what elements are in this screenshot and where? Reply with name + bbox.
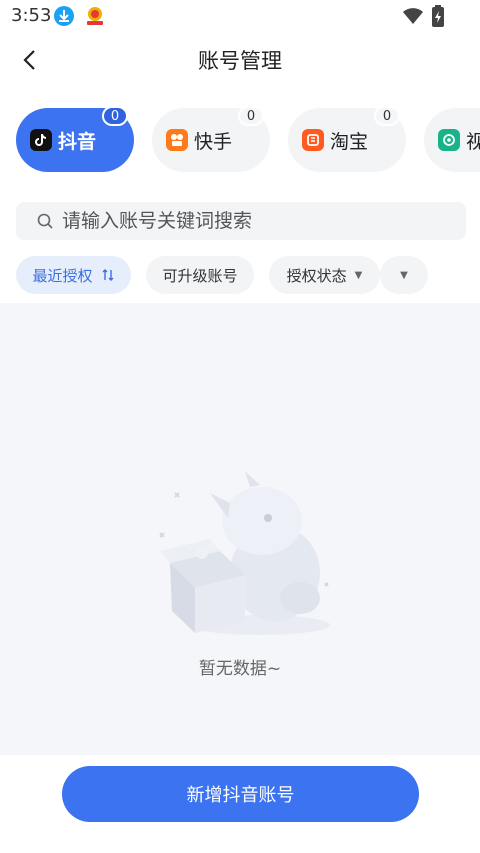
tab-taobao[interactable]: 淘宝 0 [288, 106, 406, 172]
tab-label: 抖音 [58, 130, 97, 153]
add-account-button[interactable]: 新增抖音账号 [62, 766, 419, 822]
nav-bar: 账号管理 [0, 32, 480, 88]
app-notification-icon [84, 6, 106, 26]
empty-rhino-illustration [159, 471, 330, 635]
status-time: 3:53 [11, 5, 52, 26]
tab-shipin[interactable]: 视 [424, 108, 480, 172]
tab-kuaishou[interactable]: 快手 0 [152, 106, 270, 172]
download-icon [54, 6, 74, 26]
count-badge: 0 [374, 106, 400, 126]
shipin-icon [438, 129, 460, 151]
taobao-icon [302, 129, 324, 151]
sort-icon [102, 269, 113, 281]
page-title: 账号管理 [198, 49, 282, 73]
caret-down-icon: ▼ [354, 269, 363, 281]
list-area: 暂无数据~ [0, 303, 480, 755]
filter-auth-status[interactable]: 授权状态 ▼ [269, 256, 380, 294]
count-badge: 0 [102, 106, 128, 126]
filter-recent-auth[interactable]: 最近授权 [16, 256, 131, 294]
tab-label: 快手 [194, 130, 233, 153]
tab-label: 视 [466, 130, 480, 153]
count-badge: 0 [238, 106, 264, 126]
caret-down-icon: ▼ [400, 269, 408, 281]
wifi-icon [402, 7, 424, 29]
platform-tabs: 抖音 0 快手 0 淘宝 0 视 [0, 100, 480, 180]
empty-state-text: 暂无数据~ [198, 659, 282, 679]
search-icon [37, 213, 53, 229]
kuaishou-icon [166, 129, 188, 151]
douyin-icon [30, 129, 52, 151]
search-input[interactable] [60, 209, 466, 233]
filter-label: 最近授权 [32, 266, 93, 285]
tab-label: 淘宝 [330, 130, 369, 153]
filter-label: 可升级账号 [162, 266, 238, 285]
search-bar[interactable] [16, 202, 466, 240]
status-bar: 3:53 [0, 0, 480, 32]
footer-bar: 新增抖音账号 [0, 755, 480, 853]
tab-douyin[interactable]: 抖音 0 [16, 106, 134, 172]
filter-more[interactable]: ▼ [380, 256, 428, 294]
battery-icon [432, 5, 444, 31]
filter-upgradable[interactable]: 可升级账号 [146, 256, 254, 294]
filter-label: 授权状态 [286, 266, 347, 285]
